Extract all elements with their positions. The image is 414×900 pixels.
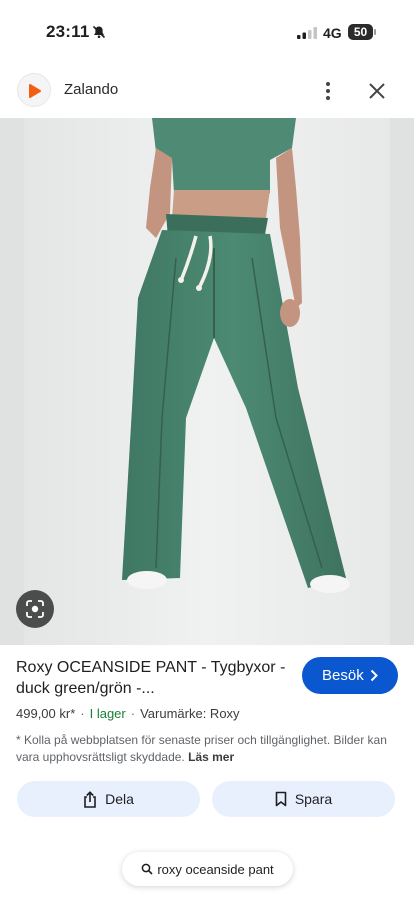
bell-muted-icon — [92, 25, 106, 39]
chevron-right-icon — [370, 669, 378, 682]
battery-icon: 50 — [348, 24, 376, 40]
visit-label: Besök — [322, 667, 364, 684]
pants-photo — [0, 118, 414, 645]
close-icon[interactable] — [366, 80, 388, 102]
search-query: roxy oceanside pant — [157, 861, 274, 877]
lens-icon — [26, 600, 44, 618]
share-label: Dela — [105, 791, 134, 807]
read-more-link[interactable]: Läs mer — [188, 750, 234, 764]
disclaimer: * Kolla på webbplatsen för senaste prise… — [16, 732, 396, 766]
site-name[interactable]: Zalando — [64, 81, 118, 98]
zalando-logo-icon[interactable] — [17, 73, 51, 107]
save-button[interactable]: Spara — [212, 781, 395, 817]
brand: Varumärke: Roxy — [140, 706, 240, 721]
product-title[interactable]: Roxy OCEANSIDE PANT - Tygbyxor - duck gr… — [16, 657, 286, 699]
network-label: 4G — [323, 25, 342, 41]
source-header: Zalando — [0, 70, 414, 112]
battery-level: 50 — [353, 25, 368, 39]
signal-icon — [297, 27, 317, 39]
separator-dot: · — [130, 706, 136, 721]
lens-search-button[interactable] — [16, 590, 54, 628]
play-shape-icon — [29, 84, 41, 98]
save-label: Spara — [294, 791, 333, 807]
share-icon — [84, 790, 96, 808]
search-icon — [141, 863, 153, 875]
stock-status: I lager — [89, 706, 126, 721]
status-time: 23:11 — [46, 22, 90, 41]
product-image[interactable] — [0, 118, 414, 645]
price: 499,00 kr* — [16, 706, 76, 721]
bookmark-icon — [275, 791, 287, 807]
visit-button[interactable]: Besök — [302, 657, 398, 694]
product-meta: 499,00 kr* · I lager · Varumärke: Roxy — [16, 706, 240, 721]
share-button[interactable]: Dela — [17, 781, 200, 817]
more-vert-icon[interactable] — [318, 79, 338, 103]
status-bar: 23:11 4G 50 — [0, 0, 414, 62]
separator-dot: · — [80, 706, 85, 721]
search-chip[interactable]: roxy oceanside pant — [122, 852, 293, 886]
